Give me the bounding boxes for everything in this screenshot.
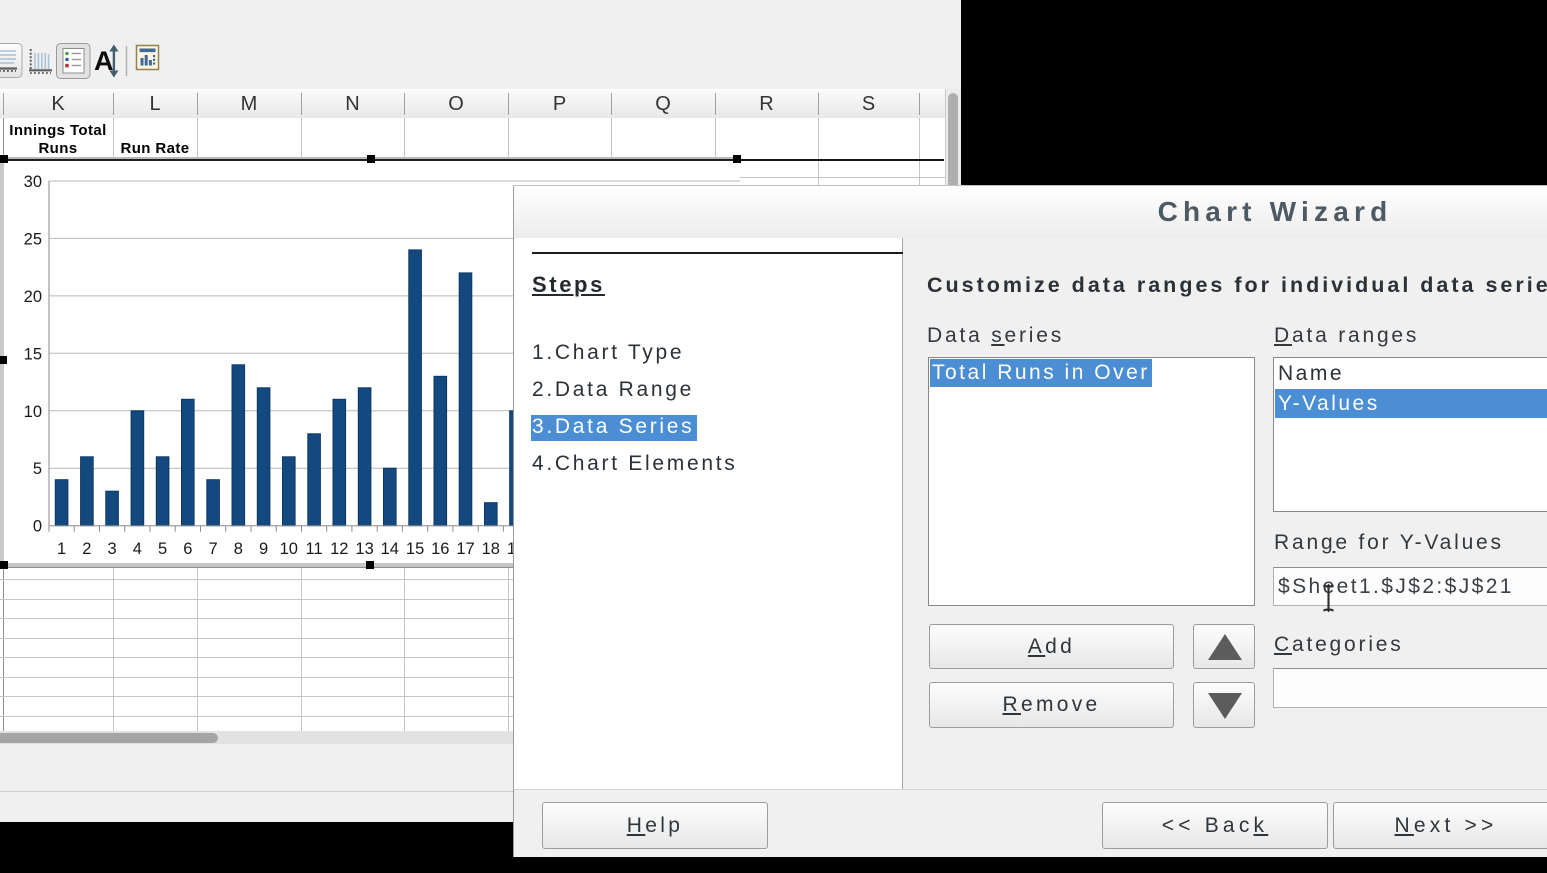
svg-text:11: 11: [306, 540, 323, 558]
svg-text:14: 14: [381, 540, 399, 558]
svg-text:4: 4: [133, 540, 142, 558]
svg-text:9: 9: [259, 540, 268, 558]
svg-text:13: 13: [355, 540, 373, 558]
svg-text:1: 1: [57, 540, 66, 558]
svg-text:3: 3: [108, 540, 117, 558]
svg-text:10: 10: [280, 540, 298, 558]
svg-text:12: 12: [330, 540, 348, 558]
svg-text:7: 7: [209, 540, 218, 558]
svg-text:5: 5: [158, 540, 167, 558]
svg-text:15: 15: [24, 345, 42, 363]
svg-text:20: 20: [24, 288, 42, 306]
svg-text:8: 8: [234, 540, 243, 558]
svg-text:10: 10: [24, 403, 42, 421]
svg-text:2: 2: [82, 540, 91, 558]
svg-text:25: 25: [24, 230, 42, 248]
svg-text:18: 18: [482, 540, 500, 558]
svg-text:16: 16: [431, 540, 449, 558]
svg-text:5: 5: [33, 460, 42, 478]
svg-text:0: 0: [33, 518, 42, 536]
svg-text:17: 17: [456, 540, 474, 558]
svg-text:30: 30: [24, 173, 42, 191]
svg-text:6: 6: [183, 540, 192, 558]
svg-text:15: 15: [406, 540, 424, 558]
